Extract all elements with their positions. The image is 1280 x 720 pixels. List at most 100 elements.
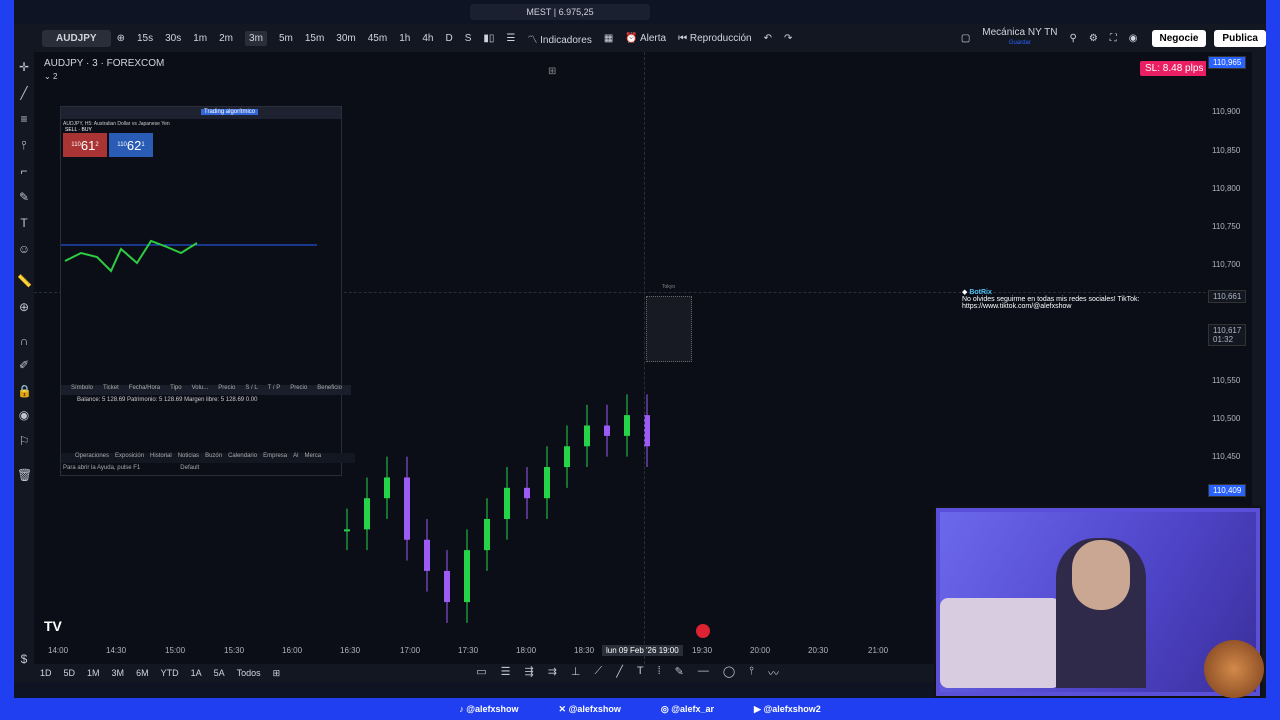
hlines-icon[interactable]: ☰ [501,665,511,681]
mt-tab-history[interactable]: Historial [150,453,172,463]
range-1d[interactable]: 1D [40,668,52,678]
parallel-icon[interactable]: ⇉ [548,665,557,681]
replay-button[interactable]: ⏮ Reproducción [678,33,752,44]
mt-tab-alerts[interactable]: Al [293,453,298,463]
range-1a[interactable]: 1A [191,668,202,678]
tokyo-session-box [646,296,692,362]
search-icon[interactable]: ⚲ [1069,33,1076,44]
measure-icon[interactable]: ⊥ [571,665,581,681]
range-6m[interactable]: 6M [136,668,149,678]
time-highlight-date: lun 09 Feb '26 [606,646,657,655]
interval-s[interactable]: S [465,33,472,44]
col-ticket: Ticket [103,385,119,391]
vline-icon[interactable]: ⁞ [658,665,661,681]
mt-tab-operations[interactable]: Operaciones [75,453,109,463]
magnet-icon[interactable]: ∩ [17,334,31,348]
interval-5m[interactable]: 5m [279,33,293,44]
social-instagram[interactable]: ◎ @alefx_ar [661,704,714,715]
ray-icon[interactable]: ╱ [616,665,623,681]
range-5d[interactable]: 5D [64,668,76,678]
fullscreen-icon[interactable]: ⛶ [1110,33,1117,44]
emoji-icon[interactable]: ☺ [17,242,31,256]
social-youtube[interactable]: ▶ @alefxshow2 [754,704,821,715]
range-5a[interactable]: 5A [214,668,225,678]
add-symbol-icon[interactable]: ⊕ [117,33,125,44]
brush-tool-icon[interactable]: ✎ [675,665,684,681]
mt-mini-chart [61,239,317,273]
interval-d[interactable]: D [445,33,452,44]
crosshair-icon[interactable]: ✛ [17,60,31,74]
col-profit: Beneficio [317,385,342,391]
collapse-icon[interactable]: ⌄ [44,72,53,81]
social-tiktok[interactable]: ♪ @alefxshow [459,704,518,714]
range-3m[interactable]: 3M [112,668,125,678]
layout-icon[interactable]: ▢ [961,33,970,44]
shapes-icon[interactable]: ⌐ [17,164,31,178]
favorite-icon[interactable]: ⚐ [17,434,31,448]
time-label: 18:30 [574,646,595,655]
metatrader-window[interactable]: Trading algorítmico AUDJPY, H5: Australi… [60,106,355,476]
mt-tab-market[interactable]: Merca [304,453,321,463]
chart-style-icon[interactable]: ☰ [506,33,515,44]
mt-tab-exposure[interactable]: Exposición [115,453,144,463]
interval-3m[interactable]: 3m [245,30,267,46]
mt-tab-mailbox[interactable]: Buzón [205,453,222,463]
camera-icon[interactable]: ◉ [1129,33,1138,44]
range-ytd[interactable]: YTD [161,668,179,678]
redo-icon[interactable]: ↷ [784,33,792,44]
event-marker-icon[interactable] [696,624,710,638]
interval-1h[interactable]: 1h [399,33,410,44]
rectangle-icon[interactable]: ▭ [476,665,486,681]
zigzag-icon[interactable]: 〰 [768,665,779,681]
window-tab[interactable]: MEST | 6.975,25 [470,4,650,20]
algo-trading-button[interactable]: Trading algorítmico [201,109,259,115]
ruler-icon[interactable]: 📏 [17,274,32,288]
price-label: 110,750 [1212,222,1241,231]
interval-15s[interactable]: 15s [137,33,153,44]
settings-icon[interactable]: ⚙ [1089,33,1098,44]
interval-30s[interactable]: 30s [165,33,181,44]
alert-button[interactable]: ⏰ Alerta [625,33,666,44]
lock-drawing-icon[interactable]: ✐ [17,358,31,372]
interval-4h[interactable]: 4h [422,33,433,44]
zoom-icon[interactable]: ⊕ [17,300,31,314]
path-icon[interactable]: ⟋ [595,665,603,681]
lines-icon[interactable]: ≡ [17,112,31,126]
price-label: 110,900 [1212,107,1241,116]
layout-toggle-icon[interactable]: ⊞ [548,66,556,77]
circle-icon[interactable]: ◯ [723,665,735,681]
social-x[interactable]: ✕ @alefxshow [559,704,621,715]
channel-icon[interactable]: ⇶ [524,665,533,681]
undo-icon[interactable]: ↶ [764,33,772,44]
candle-type-icon[interactable]: ▮▯ [483,33,494,44]
trendline-icon[interactable]: ╱ [17,86,31,100]
templates-icon[interactable]: ▦ [604,33,613,44]
lock-icon[interactable]: 🔒 [17,384,32,398]
mt-tab-calendar[interactable]: Calendario [228,453,257,463]
brush-icon[interactable]: ✎ [17,190,31,204]
symbol-search[interactable]: AUDJPY [42,29,111,47]
fib-icon[interactable]: ⫯ [749,665,754,681]
trade-button[interactable]: Negocie [1151,29,1207,47]
candle-body [364,498,370,530]
hline-icon[interactable]: — [698,665,709,681]
interval-15m[interactable]: 15m [305,33,324,44]
publish-button[interactable]: Publica [1214,29,1266,47]
dollar-icon[interactable]: $ [17,652,31,666]
text-icon[interactable]: T [17,216,31,230]
mt-tab-news[interactable]: Noticias [178,453,199,463]
interval-2m[interactable]: 2m [219,33,233,44]
indicators-button[interactable]: 〽 Indicadores [527,31,591,46]
text-tool-icon[interactable]: T [637,665,644,681]
interval-45m[interactable]: 45m [368,33,387,44]
trash-icon[interactable]: 🗑 [17,468,32,482]
eye-icon[interactable]: ◉ [17,408,31,422]
range-all[interactable]: Todos [237,668,261,678]
range-1m[interactable]: 1M [87,668,100,678]
interval-30m[interactable]: 30m [336,33,355,44]
interval-1m[interactable]: 1m [193,33,207,44]
layout-name[interactable]: Mecánica NY TN Guardar [982,28,1057,48]
goto-date-icon[interactable]: ⊞ [273,668,281,679]
mt-tab-company[interactable]: Empresa [263,453,287,463]
pitchfork-icon[interactable]: ⫯ [17,138,31,152]
